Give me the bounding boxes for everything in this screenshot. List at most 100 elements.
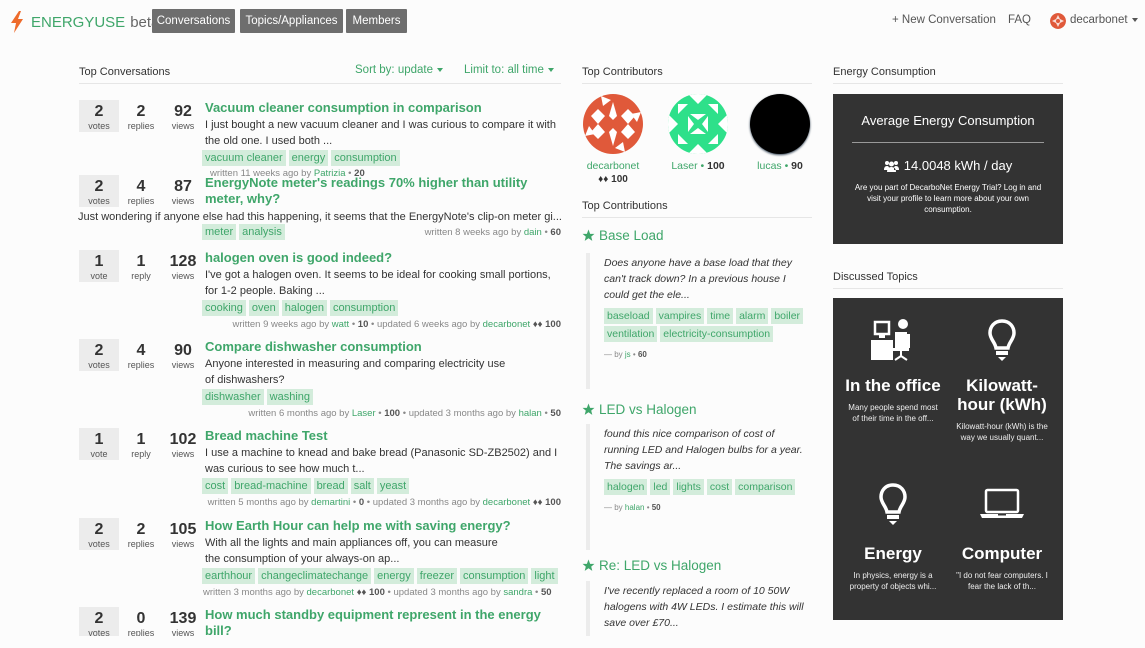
topic-name: Computer (961, 544, 1043, 563)
views-number: 90 (174, 342, 192, 359)
tag[interactable]: ventilation (604, 326, 658, 342)
conversation-title[interactable]: halogen oven is good indeed? (205, 250, 561, 266)
star-icon (582, 559, 595, 571)
tag[interactable]: analysis (239, 224, 285, 240)
views-count: 92 views (163, 100, 203, 132)
tag[interactable]: changeclimatechange (258, 568, 372, 584)
contribution-title[interactable]: Re: LED vs Halogen (582, 558, 721, 573)
tab-members[interactable]: Members (346, 9, 407, 33)
views-count: 102 views (163, 428, 203, 460)
author-link[interactable]: watt (332, 319, 349, 330)
fold (0, 636, 1145, 648)
tag[interactable]: halogen (604, 479, 648, 495)
tag[interactable]: freezer (416, 568, 458, 584)
updater-link[interactable]: decarbonet (483, 497, 531, 508)
topic-card[interactable]: Computer "I do not fear computers. I fea… (948, 480, 1056, 592)
tag[interactable]: alarm (736, 308, 769, 324)
contribution-title[interactable]: Base Load (582, 228, 664, 243)
contributor-card[interactable]: lucas • 90 (749, 94, 811, 172)
tag[interactable]: oven (248, 300, 279, 316)
tag[interactable]: boiler (771, 308, 804, 324)
avatar[interactable] (668, 94, 728, 154)
tag[interactable]: light (531, 568, 558, 584)
avatar[interactable] (583, 94, 643, 154)
views-count: 128 views (163, 250, 203, 282)
tag[interactable]: consumption (331, 150, 400, 166)
topic-card[interactable]: Kilowatt-hour (kWh) Kilowatt-hour (kWh) … (948, 316, 1056, 443)
conversation-title[interactable]: Vacuum cleaner consumption in comparison (205, 100, 561, 116)
navbar: ENERGYUSE beta Conversations Topics/Appl… (0, 0, 1145, 44)
replies-label: replies (127, 121, 155, 131)
sort-dropdown[interactable]: Sort by: update (355, 64, 443, 76)
conversation-title[interactable]: EnergyNote meter's readings 70% higher t… (205, 175, 561, 207)
contribution-title[interactable]: LED vs Halogen (582, 402, 697, 417)
contributor-score: 90 (791, 160, 803, 172)
tag[interactable]: energy (374, 568, 414, 584)
tag[interactable]: baseload (604, 308, 653, 324)
conversation-title[interactable]: How Earth Hour can help me with saving e… (205, 518, 561, 534)
tag[interactable]: halogen (281, 300, 327, 316)
topic-card[interactable]: In the office Many people spend most of … (839, 316, 947, 424)
tag[interactable]: bread (313, 478, 348, 494)
user-avatar[interactable] (1050, 13, 1066, 29)
tag[interactable]: consumption (329, 300, 399, 316)
tag[interactable]: dishwasher (202, 389, 264, 405)
limit-dropdown[interactable]: Limit to: all time (464, 64, 554, 76)
tag[interactable]: led (650, 479, 671, 495)
conversation-title[interactable]: Bread machine Test (205, 428, 561, 444)
tab-topics-appliances[interactable]: Topics/Appliances (240, 9, 343, 33)
views-label: views (171, 271, 195, 281)
new-conversation-link[interactable]: + New Conversation (892, 14, 996, 26)
tag[interactable]: cooking (202, 300, 246, 316)
tag[interactable]: bread-machine (231, 478, 311, 494)
tag[interactable]: yeast (376, 478, 410, 494)
avatar[interactable] (750, 94, 810, 154)
tag[interactable]: energy (288, 150, 329, 166)
user-menu[interactable]: decarbonet (1070, 14, 1138, 26)
conversation-excerpt: Anyone interested in measuring and compa… (205, 358, 506, 386)
tag[interactable]: lights (673, 479, 704, 495)
tag[interactable]: cost (202, 478, 229, 494)
updater-link[interactable]: halan (519, 408, 542, 419)
author-link[interactable]: decarbonet (307, 587, 355, 598)
tab-conversations[interactable]: Conversations (152, 9, 235, 33)
conversation-title[interactable]: Compare dishwasher consumption (205, 339, 561, 355)
author-link[interactable]: js (625, 350, 631, 359)
author-link[interactable]: dain (524, 227, 542, 238)
contributor-name[interactable]: decarbonet (582, 160, 644, 172)
brand-logo[interactable]: ENERGYUSE beta (10, 11, 159, 33)
tag-list: meter analysis written 8 weeks ago by da… (202, 224, 561, 240)
tag[interactable]: earthhour (202, 568, 256, 584)
tag[interactable]: electricity-consumption (660, 326, 774, 342)
author-link[interactable]: demartini (311, 497, 350, 508)
updater-link[interactable]: decarbonet (483, 319, 531, 330)
lightbulb-icon (839, 480, 947, 528)
updater-link[interactable]: sandra (503, 587, 532, 598)
tag[interactable]: salt (350, 478, 374, 494)
tag[interactable]: meter (202, 224, 237, 240)
tag[interactable]: consumption (460, 568, 529, 584)
tag[interactable]: vacuum cleaner (202, 150, 286, 166)
conversation-row: 1 vote 1 reply 128 views halogen oven is go… (79, 250, 561, 330)
conversation-meta: written 9 weeks ago by watt • 10 • updat… (232, 319, 561, 330)
contributor-link[interactable]: Laser (671, 160, 697, 172)
faq-link[interactable]: FAQ (1008, 14, 1031, 26)
conversation-body: Compare dishwasher consumption Anyone in… (202, 339, 561, 419)
conversation-row: 2 votes 2 replies 105 views How Earth Hour … (79, 518, 561, 598)
tag[interactable]: cost (706, 479, 733, 495)
conversation-title[interactable]: How much standby equipment represent in … (205, 607, 561, 639)
contributor-link[interactable]: lucas (757, 160, 782, 172)
author-link[interactable]: halan (625, 503, 645, 512)
contributor-card[interactable]: decarbonet ♦♦ 100 (582, 94, 644, 185)
tag[interactable]: time (707, 308, 734, 324)
contributor-card[interactable]: Laser • 100 (667, 94, 729, 172)
tag[interactable]: comparison (735, 479, 796, 495)
energy-panel-title: Average Energy Consumption (861, 113, 1035, 128)
conversation-body: Bread machine Test I use a machine to kn… (202, 428, 561, 508)
contribution-title-text: Base Load (599, 228, 664, 243)
topic-card[interactable]: Energy In physics, energy is a property … (839, 480, 947, 592)
tag[interactable]: vampires (655, 308, 705, 324)
tag[interactable]: washing (266, 389, 313, 405)
author-link[interactable]: Laser (352, 408, 376, 419)
views-number: 102 (169, 431, 197, 448)
